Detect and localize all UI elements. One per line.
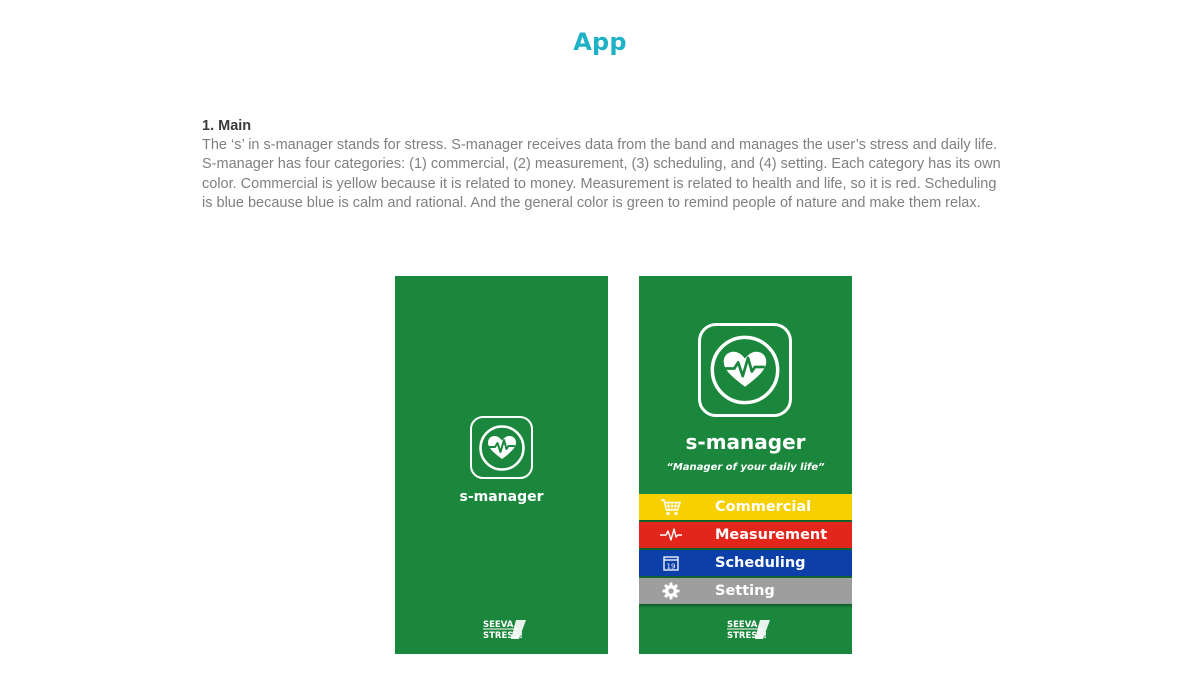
pulse-icon (639, 522, 703, 548)
app-name: s-manager (685, 430, 806, 454)
main-section: 1. Main The ‘s’ in s-manager stands for … (202, 117, 1002, 214)
menu-item-label: Commercial (715, 499, 812, 515)
heart-pulse-icon (698, 323, 792, 417)
menu-item-measurement[interactable]: Measurement (639, 522, 852, 548)
menu-item-label: Measurement (715, 527, 828, 543)
brand-logo: SEEVA. STRESS! (725, 617, 771, 641)
gear-icon (639, 578, 703, 604)
app-name: s-manager (459, 489, 544, 505)
menu-item-label: Scheduling (715, 555, 806, 571)
menu-item-setting[interactable]: Setting (639, 578, 852, 604)
calendar-icon: 19 (639, 550, 703, 576)
cart-icon (639, 494, 703, 520)
section-description: The ‘s’ in s-manager stands for stress. … (202, 137, 1001, 212)
section-heading: 1. Main (202, 118, 252, 134)
splash-screen-mockup: s-manager SEEVA. STRESS! (395, 276, 608, 654)
calendar-icon-text: 19 (667, 562, 676, 570)
page-title: App (573, 28, 627, 56)
menu-item-label: Setting (715, 583, 775, 599)
category-menu: Commercial Measurement 19 Scheduling Set… (639, 494, 852, 606)
menu-item-scheduling[interactable]: 19 Scheduling (639, 550, 852, 576)
app-tagline: “Manager of your daily life” (666, 462, 825, 473)
menu-screen-mockup: s-manager “Manager of your daily life” C… (639, 276, 852, 654)
heart-pulse-icon (470, 416, 533, 479)
brand-logo: SEEVA. STRESS! (481, 617, 527, 641)
menu-item-commercial[interactable]: Commercial (639, 494, 852, 520)
